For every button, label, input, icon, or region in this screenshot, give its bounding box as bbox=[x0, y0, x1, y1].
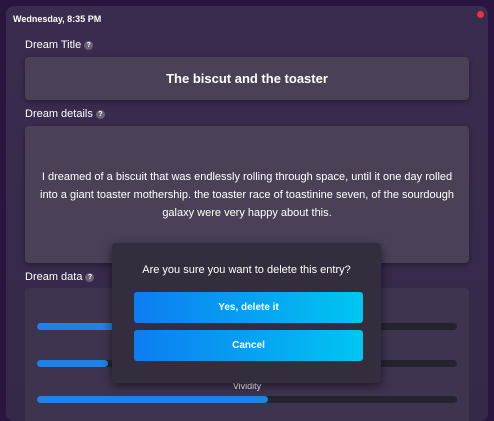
dream-details-label: Dream details ? bbox=[25, 108, 105, 120]
dream-title-value: The biscut and the toaster bbox=[166, 71, 328, 86]
timestamp: Wednesday, 8:35 PM bbox=[13, 14, 102, 24]
dream-data-label-text: Dream data bbox=[25, 271, 83, 283]
dream-data-label: Dream data ? bbox=[25, 271, 95, 283]
dream-data-bar-1-fill bbox=[37, 323, 117, 330]
close-icon[interactable] bbox=[477, 11, 484, 18]
dream-title-field[interactable]: The biscut and the toaster bbox=[25, 57, 469, 100]
dream-details-value: I dreamed of a biscuit that was endlessl… bbox=[40, 170, 454, 219]
dream-data-bar-2-fill bbox=[37, 360, 109, 367]
help-icon[interactable]: ? bbox=[84, 40, 94, 50]
cancel-button[interactable]: Cancel bbox=[134, 330, 363, 361]
dream-details-label-text: Dream details bbox=[25, 108, 93, 120]
dream-title-label-text: Dream Title bbox=[25, 39, 82, 51]
confirm-delete-button[interactable]: Yes, delete it bbox=[134, 292, 363, 323]
delete-confirm-dialog: Are you sure you want to delete this ent… bbox=[112, 243, 381, 383]
vividity-bar-fill bbox=[37, 396, 268, 403]
dialog-message: Are you sure you want to delete this ent… bbox=[142, 264, 351, 276]
dream-title-label: Dream Title ? bbox=[25, 39, 94, 51]
vividity-bar[interactable] bbox=[37, 396, 457, 403]
help-icon[interactable]: ? bbox=[95, 109, 105, 119]
help-icon[interactable]: ? bbox=[85, 272, 95, 282]
